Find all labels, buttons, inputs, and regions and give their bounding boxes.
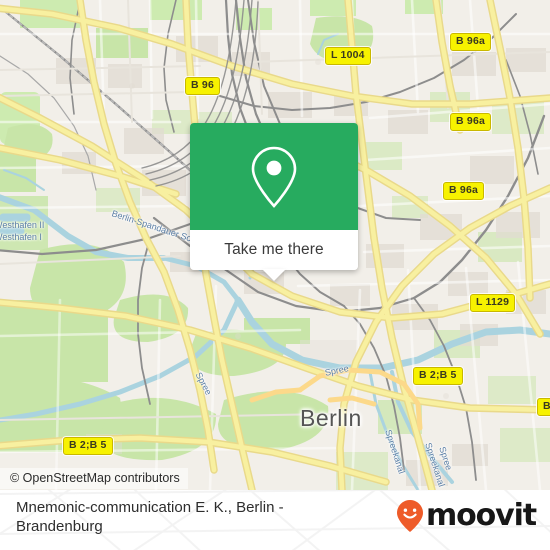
road-shield: B 2;B 5 bbox=[63, 437, 113, 455]
callout-tail-icon bbox=[262, 269, 286, 281]
moovit-smiley-pin-icon bbox=[396, 500, 423, 532]
moovit-wordmark: moovit bbox=[425, 498, 537, 533]
road-shield: B 2;B 5 bbox=[413, 367, 463, 385]
callout-icon-area bbox=[190, 123, 358, 230]
road-shield: B 96a bbox=[450, 113, 492, 131]
road-shield: B 96 bbox=[185, 77, 220, 95]
road-shield: B 1 bbox=[537, 398, 550, 416]
moovit-logo[interactable]: moovit bbox=[395, 498, 537, 533]
take-me-there-callout[interactable]: Take me there bbox=[190, 123, 358, 281]
callout-action-area[interactable]: Take me there bbox=[190, 230, 358, 281]
osm-attribution[interactable]: © OpenStreetMap contributors bbox=[0, 468, 188, 489]
road-shield: B 96a bbox=[443, 182, 485, 200]
road-shield: L 1004 bbox=[325, 47, 371, 65]
road-shield: L 1129 bbox=[470, 294, 516, 312]
road-shield: B 96a bbox=[450, 33, 492, 51]
place-title: Mnemonic-communication E. K., Berlin - B… bbox=[16, 499, 284, 535]
take-me-there-label: Take me there bbox=[224, 241, 324, 258]
map-viewport[interactable]: .bg { fill:#f2efe9; } .green { fill:#cde… bbox=[0, 0, 550, 490]
map-pin-icon bbox=[251, 146, 297, 208]
map-screenshot: .bg { fill:#f2efe9; } .green { fill:#cde… bbox=[0, 0, 550, 550]
